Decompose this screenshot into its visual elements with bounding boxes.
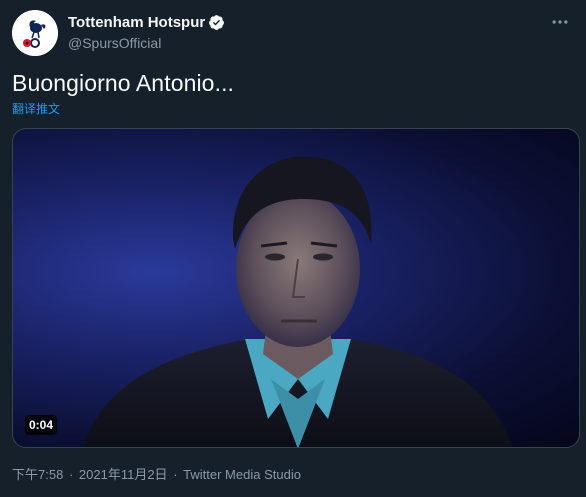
translate-tweet-link[interactable]: 翻译推文 — [12, 100, 60, 117]
meta-separator: · — [68, 467, 74, 482]
video-duration-badge: 0:04 — [25, 415, 58, 435]
tottenham-logo-icon — [12, 10, 58, 56]
tweet: Tottenham Hotspur @SpursOfficial Buongio… — [0, 0, 586, 497]
tweet-time[interactable]: 下午7:58 — [12, 467, 63, 482]
name-row: Tottenham Hotspur — [68, 12, 225, 32]
handle[interactable]: @SpursOfficial — [68, 35, 225, 51]
tweet-text: Buongiorno Antonio... — [12, 70, 235, 96]
avatar[interactable] — [12, 10, 58, 56]
meta-separator-2: · — [173, 467, 178, 482]
tweet-meta: 下午7:58 · 2021年11月2日 · Twitter Media Stud… — [12, 464, 301, 483]
video-frame — [83, 156, 513, 447]
tweet-source[interactable]: Twitter Media Studio — [183, 467, 301, 482]
more-dots-icon — [552, 20, 568, 24]
display-name[interactable]: Tottenham Hotspur — [68, 14, 205, 31]
tweet-date[interactable]: 2021年11月2日 — [79, 467, 168, 482]
author-block: Tottenham Hotspur @SpursOfficial — [68, 12, 225, 51]
more-button[interactable] — [548, 10, 572, 34]
video-player[interactable]: 0:04 — [12, 128, 580, 448]
verified-badge-icon — [209, 14, 225, 30]
